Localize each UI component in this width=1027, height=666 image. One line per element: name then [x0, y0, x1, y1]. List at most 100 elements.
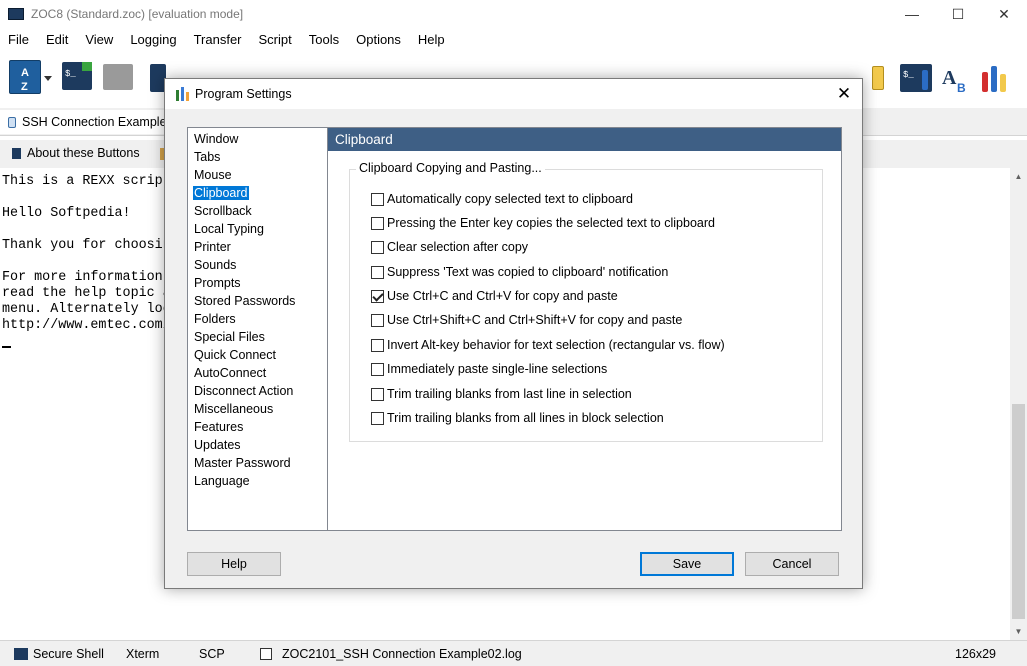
nav-item-local-typing[interactable]: Local Typing [188, 221, 327, 239]
nav-item-master-password[interactable]: Master Password [188, 455, 327, 473]
option-checkbox[interactable] [371, 192, 384, 206]
logging-checkbox[interactable] [260, 648, 272, 660]
status-logfile[interactable]: ZOC2101_SSH Connection Example02.log [260, 647, 522, 661]
nav-item-disconnect-action[interactable]: Disconnect Action [188, 383, 327, 401]
terminal-line: Hello Softpedia! [2, 206, 131, 221]
option-auto-copy[interactable]: Automatically copy selected text to clip… [371, 191, 633, 207]
menu-transfer[interactable]: Transfer [186, 32, 251, 47]
option-label: Invert Alt-key behavior for text selecti… [387, 338, 725, 352]
terminal-line: read the help topic a [2, 286, 171, 301]
terminal-icon [12, 147, 21, 159]
window-titlebar: ZOC8 (Standard.zoc) [evaluation mode] — … [0, 0, 1027, 28]
chevron-down-icon[interactable] [44, 76, 52, 82]
dialog-close-button[interactable]: ✕ [826, 79, 862, 109]
close-button[interactable]: ✕ [981, 0, 1027, 28]
nav-item-miscellaneous[interactable]: Miscellaneous [188, 401, 327, 419]
option-trim-all-lines[interactable]: Trim trailing blanks from all lines in b… [371, 410, 664, 426]
menu-logging[interactable]: Logging [122, 32, 185, 47]
menu-tools[interactable]: Tools [301, 32, 348, 47]
session-tab[interactable]: SSH Connection Example [0, 110, 170, 134]
nav-item-special-files[interactable]: Special Files [188, 329, 327, 347]
save-button[interactable]: Save [640, 552, 734, 576]
help-button[interactable]: Help [187, 552, 281, 576]
settings-category-list[interactable]: Window Tabs Mouse Clipboard Scrollback L… [187, 127, 328, 531]
option-enter-copies[interactable]: Pressing the Enter key copies the select… [371, 215, 715, 231]
option-ctrl-c-v[interactable]: Use Ctrl+C and Ctrl+V for copy and paste [371, 288, 618, 304]
menu-file[interactable]: File [0, 32, 38, 47]
scroll-up-icon[interactable]: ▲ [1010, 168, 1027, 185]
sort-az-icon[interactable]: AZ [9, 60, 41, 94]
dialog-title: Program Settings [195, 87, 292, 101]
status-transfer[interactable]: SCP [199, 647, 225, 661]
nav-item-scrollback[interactable]: Scrollback [188, 203, 327, 221]
nav-item-language[interactable]: Language [188, 473, 327, 491]
cancel-button[interactable]: Cancel [745, 552, 839, 576]
option-label: Suppress 'Text was copied to clipboard' … [387, 265, 669, 279]
terminal-line: This is a REXX script [2, 174, 171, 189]
nav-item-mouse[interactable]: Mouse [188, 167, 327, 185]
about-buttons-button[interactable]: About these Buttons [12, 146, 140, 160]
maximize-button[interactable]: ☐ [935, 0, 981, 28]
option-checkbox[interactable] [371, 338, 384, 352]
nav-item-tabs[interactable]: Tabs [188, 149, 327, 167]
terminal-cursor [2, 346, 11, 348]
status-emulation[interactable]: Xterm [126, 647, 159, 661]
nav-item-autoconnect[interactable]: AutoConnect [188, 365, 327, 383]
scroll-thumb[interactable] [1012, 404, 1025, 619]
group-title: Clipboard Copying and Pasting... [356, 161, 545, 175]
folder-icon[interactable] [872, 66, 884, 90]
option-clear-selection[interactable]: Clear selection after copy [371, 239, 528, 255]
terminal-icon[interactable]: $_ [62, 62, 92, 90]
secure-shell-icon [14, 648, 28, 660]
svg-text:$_: $_ [65, 69, 76, 79]
window-title: ZOC8 (Standard.zoc) [evaluation mode] [31, 7, 244, 21]
nav-item-clipboard[interactable]: Clipboard [188, 185, 327, 203]
option-trim-last-line[interactable]: Trim trailing blanks from last line in s… [371, 386, 632, 402]
nav-item-printer[interactable]: Printer [188, 239, 327, 257]
menu-edit[interactable]: Edit [38, 32, 77, 47]
nav-item-quick-connect[interactable]: Quick Connect [188, 347, 327, 365]
script-icon[interactable]: $_ [900, 64, 932, 92]
menu-script[interactable]: Script [251, 32, 301, 47]
nav-item-updates[interactable]: Updates [188, 437, 327, 455]
option-invert-alt[interactable]: Invert Alt-key behavior for text selecti… [371, 337, 725, 353]
nav-item-window[interactable]: Window [188, 131, 327, 149]
option-label: Trim trailing blanks from all lines in b… [387, 411, 664, 425]
option-suppress-notification[interactable]: Suppress 'Text was copied to clipboard' … [371, 264, 668, 280]
nav-item-sounds[interactable]: Sounds [188, 257, 327, 275]
terminal-scrollbar[interactable]: ▲ ▼ [1010, 168, 1027, 640]
option-immediate-paste[interactable]: Immediately paste single-line selections [371, 361, 607, 377]
menu-view[interactable]: View [77, 32, 122, 47]
option-checkbox[interactable] [371, 289, 384, 303]
option-checkbox[interactable] [371, 313, 384, 327]
scroll-down-icon[interactable]: ▼ [1010, 623, 1027, 640]
menu-help[interactable]: Help [410, 32, 454, 47]
option-ctrl-shift-c-v[interactable]: Use Ctrl+Shift+C and Ctrl+Shift+V for co… [371, 312, 682, 328]
option-checkbox[interactable] [371, 265, 384, 279]
status-bar: Secure Shell Xterm SCP ZOC2101_SSH Conne… [0, 640, 1027, 666]
svg-text:A: A [21, 67, 29, 79]
program-settings-dialog: Program Settings ✕ Window Tabs Mouse Cli… [164, 78, 863, 589]
terminal-line: For more information [2, 270, 163, 285]
option-checkbox[interactable] [371, 362, 384, 376]
dialog-titlebar: Program Settings ✕ [165, 79, 862, 109]
font-icon[interactable]: AB [940, 64, 970, 95]
minimize-button[interactable]: — [889, 0, 935, 28]
nav-item-features[interactable]: Features [188, 419, 327, 437]
svg-text:A: A [942, 67, 957, 89]
option-checkbox[interactable] [371, 216, 384, 230]
option-label: Clear selection after copy [387, 240, 529, 254]
status-protocol[interactable]: Secure Shell [14, 647, 104, 661]
disconnect-icon[interactable] [103, 64, 133, 90]
menu-options[interactable]: Options [348, 32, 410, 47]
session-tab-label: SSH Connection Example [22, 115, 167, 129]
nav-item-stored-passwords[interactable]: Stored Passwords [188, 293, 327, 311]
option-checkbox[interactable] [371, 387, 384, 401]
option-checkbox[interactable] [371, 411, 384, 425]
terminal-line: http://www.emtec.com/ [2, 318, 171, 333]
option-checkbox[interactable] [371, 240, 384, 254]
colors-icon[interactable] [980, 62, 1008, 94]
nav-item-folders[interactable]: Folders [188, 311, 327, 329]
session-icon [8, 116, 16, 128]
nav-item-prompts[interactable]: Prompts [188, 275, 327, 293]
